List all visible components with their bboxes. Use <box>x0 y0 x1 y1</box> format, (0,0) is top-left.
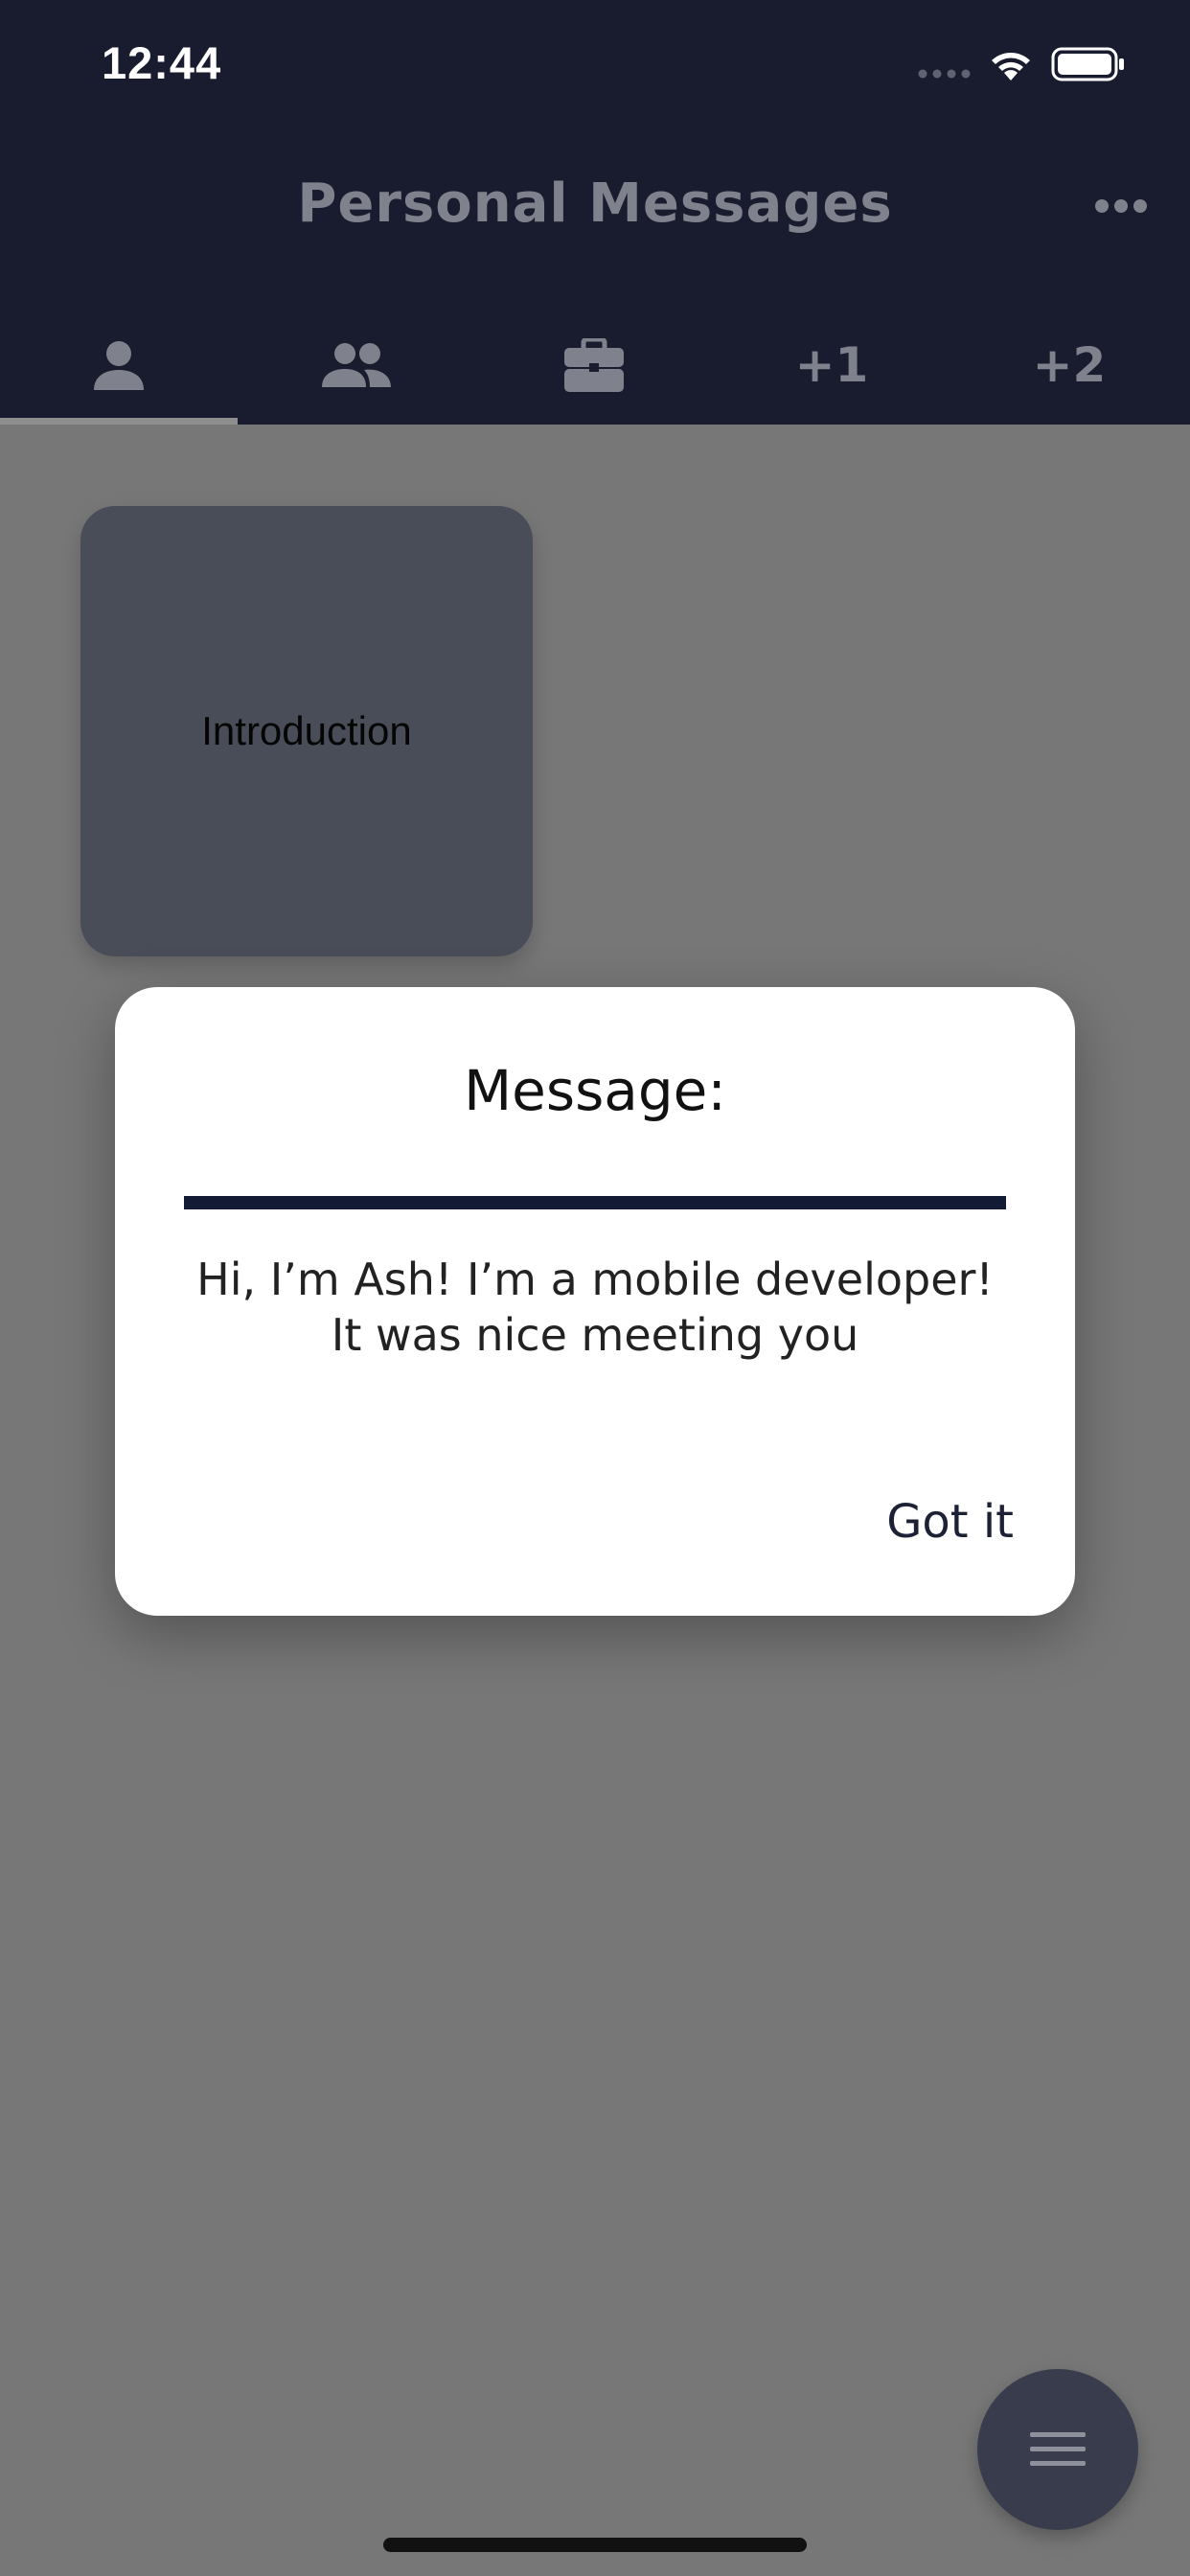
dialog-title: Message: <box>464 1058 726 1123</box>
dialog-divider <box>184 1196 1006 1209</box>
battery-icon <box>1051 47 1124 81</box>
tab-bar: +1 +2 <box>0 305 1190 425</box>
got-it-button[interactable]: Got it <box>886 1495 1014 1549</box>
tab-plus-1[interactable]: +1 <box>713 305 950 425</box>
home-indicator <box>383 2538 807 2552</box>
tab-plus-2[interactable]: +2 <box>950 305 1188 425</box>
menu-fab-button[interactable] <box>977 2369 1138 2530</box>
menu-icon <box>1030 2432 1086 2466</box>
dialog-message: Hi, I’m Ash! I’m a mobile developer! It … <box>196 1254 994 1361</box>
tab-work[interactable] <box>475 305 713 425</box>
tab-personal[interactable] <box>0 305 238 425</box>
people-icon <box>322 342 391 387</box>
briefcase-icon <box>564 337 624 392</box>
cellular-signal-icon <box>918 69 971 79</box>
page-title: Personal Messages <box>297 172 893 235</box>
tab-indicator <box>0 418 238 425</box>
card-label: Introduction <box>201 708 412 753</box>
tab-label: +2 <box>1032 336 1107 393</box>
more-horizontal-icon[interactable] <box>1094 196 1148 216</box>
message-card[interactable]: Introduction <box>80 506 533 956</box>
person-icon <box>94 340 144 390</box>
status-time: 12:44 <box>102 37 222 88</box>
wifi-icon <box>992 53 1030 80</box>
tab-group[interactable] <box>238 305 475 425</box>
app-header: 12:44 Personal Messages +1 +2 <box>0 0 1190 425</box>
message-dialog: Message: Hi, I’m Ash! I’m a mobile devel… <box>115 987 1075 1616</box>
tab-label: +1 <box>794 336 869 393</box>
